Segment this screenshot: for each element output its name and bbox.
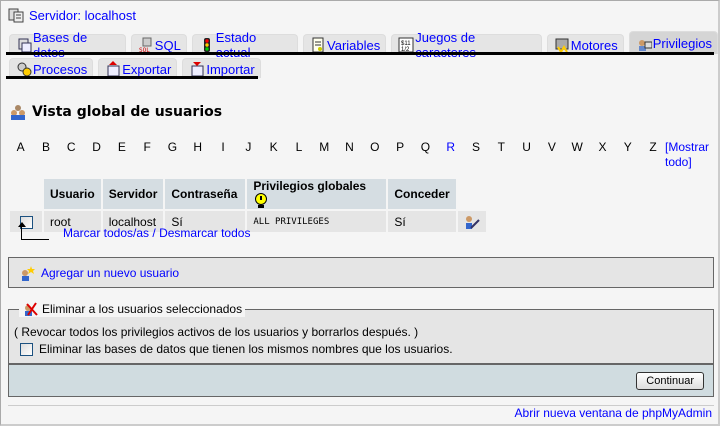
delete-user-icon xyxy=(22,301,38,317)
letter-b: B xyxy=(41,140,50,154)
tab-estado-actual[interactable]: Estado actual xyxy=(191,30,299,60)
header-grant: Conceder xyxy=(388,179,456,209)
add-user-box: Agregar un nuevo usuario xyxy=(8,257,714,288)
tab-underline xyxy=(6,52,714,55)
tab-label: SQL xyxy=(154,37,181,53)
open-new-window-link[interactable]: Abrir nueva ventana de phpMyAdmin xyxy=(515,406,712,420)
letter-w: W xyxy=(571,140,583,154)
delete-note: ( Revocar todos los privilegios activos … xyxy=(14,325,419,339)
cell-grant: Sí xyxy=(388,211,456,232)
letter-c: C xyxy=(66,140,76,154)
separator: / xyxy=(152,226,156,240)
letter-n: N xyxy=(345,140,354,154)
tab-bases-de-datos[interactable]: Bases de datos xyxy=(9,30,126,60)
server-icon xyxy=(8,7,24,23)
header-password: Contraseña xyxy=(165,179,246,209)
delete-footer: Continuar xyxy=(8,363,714,397)
letter-i: I xyxy=(221,140,225,154)
tab-label: Procesos xyxy=(33,61,88,77)
letter-filter: A B C D E F G H I J K L M N O P QRS T U V W X Y Z xyxy=(8,140,666,154)
sql-icon: SQL xyxy=(138,37,154,54)
letter-u: U xyxy=(522,140,531,154)
letter-q: Q xyxy=(420,140,431,154)
delete-users-fieldset: Eliminar a los usuarios seleccionados ( … xyxy=(8,301,714,364)
privileges-icon xyxy=(636,36,653,52)
tab-underline xyxy=(6,76,258,79)
header-global-privileges-text: Privilegios globales xyxy=(253,179,367,193)
export-icon xyxy=(105,61,121,77)
check-all-link[interactable]: Marcar todos/as xyxy=(63,226,149,240)
lightbulb-icon[interactable] xyxy=(253,193,269,209)
uncheck-all-link[interactable]: Desmarcar todos xyxy=(159,226,250,240)
letter-y: Y xyxy=(623,140,632,154)
letter-h: H xyxy=(193,140,203,154)
tab-juegos-de-caracteres[interactable]: $111/2Juegos de caracteres xyxy=(391,30,542,60)
header-user: Usuario xyxy=(44,179,101,209)
show-all-link[interactable]: [Mostrar todo] xyxy=(665,140,715,170)
drop-databases-checkbox[interactable] xyxy=(20,343,33,356)
tab-procesos[interactable]: Procesos xyxy=(9,58,94,78)
header-global-privileges: Privilegios globales xyxy=(247,179,387,209)
tab-label: Importar xyxy=(206,61,255,77)
add-user-link[interactable]: Agregar un nuevo usuario xyxy=(41,266,179,280)
letter-r[interactable]: R xyxy=(438,140,463,154)
page-title-text: Vista global de usuarios xyxy=(32,104,223,120)
page-title: Vista global de usuarios xyxy=(10,104,222,120)
add-user-icon xyxy=(19,265,35,281)
delete-legend-text: Eliminar a los usuarios seleccionados xyxy=(42,302,243,316)
tab-importar[interactable]: Importar xyxy=(182,58,261,78)
letter-f: F xyxy=(143,140,151,154)
letter-k: K xyxy=(269,140,278,154)
databases-icon xyxy=(16,37,32,53)
tab-label: Motores xyxy=(570,37,618,53)
tab-variables[interactable]: Variables xyxy=(303,34,387,54)
continue-button[interactable]: Continuar xyxy=(636,372,704,390)
tab-label: Privilegios xyxy=(652,36,712,51)
engines-icon xyxy=(554,37,570,54)
tab-sql[interactable]: SQL SQL xyxy=(130,34,187,54)
check-all-bar: Marcar todos/as / Desmarcar todos xyxy=(17,222,250,240)
letter-g: G xyxy=(167,140,178,154)
letter-o: O xyxy=(370,140,380,154)
letter-e: E xyxy=(117,140,126,154)
table-header-row: Usuario Servidor Contraseña Privilegios … xyxy=(10,179,486,209)
edit-user-icon[interactable] xyxy=(464,214,480,230)
letter-p: P xyxy=(396,140,405,154)
tab-motores[interactable]: Motores xyxy=(546,34,624,54)
letter-a: A xyxy=(16,140,25,154)
letter-d: D xyxy=(92,140,101,154)
letter-z: Z xyxy=(649,140,657,154)
charset-icon: $11 1/2 xyxy=(398,37,414,53)
cell-privileges: ALL PRIVILEGES xyxy=(247,211,387,232)
traffic-light-icon xyxy=(199,37,215,53)
variables-icon xyxy=(310,37,326,53)
letter-m: M xyxy=(319,140,330,154)
tab-label: Variables xyxy=(327,37,381,53)
import-icon xyxy=(189,61,205,77)
edit-privileges-button[interactable] xyxy=(457,211,486,232)
tab-privilegios[interactable]: Privilegios xyxy=(628,31,718,54)
drop-databases-label[interactable]: Eliminar las bases de datos que tienen l… xyxy=(39,341,453,358)
server-breadcrumb: Servidor: localhost xyxy=(8,7,136,23)
delete-legend: Eliminar a los usuarios seleccionados xyxy=(19,301,246,317)
tab-label: Juegos de caracteres xyxy=(415,30,476,60)
processes-icon xyxy=(16,61,32,77)
header-blank xyxy=(10,179,42,209)
letter-l: L xyxy=(295,140,303,154)
letter-v: V xyxy=(547,140,556,154)
server-link[interactable]: Servidor: localhost xyxy=(29,8,136,23)
letter-t: T xyxy=(497,140,505,154)
letter-s: S xyxy=(471,140,480,154)
tab-label: Exportar xyxy=(122,61,172,77)
tab-exportar[interactable]: Exportar xyxy=(98,58,178,78)
tab-label: Bases de datos xyxy=(33,30,88,60)
arrow-up-icon xyxy=(18,222,49,240)
letter-x: X xyxy=(598,140,607,154)
users-icon xyxy=(10,104,26,120)
letter-j: J xyxy=(245,140,252,154)
tab-label: Estado actual xyxy=(215,30,257,60)
header-host: Servidor xyxy=(102,179,164,209)
